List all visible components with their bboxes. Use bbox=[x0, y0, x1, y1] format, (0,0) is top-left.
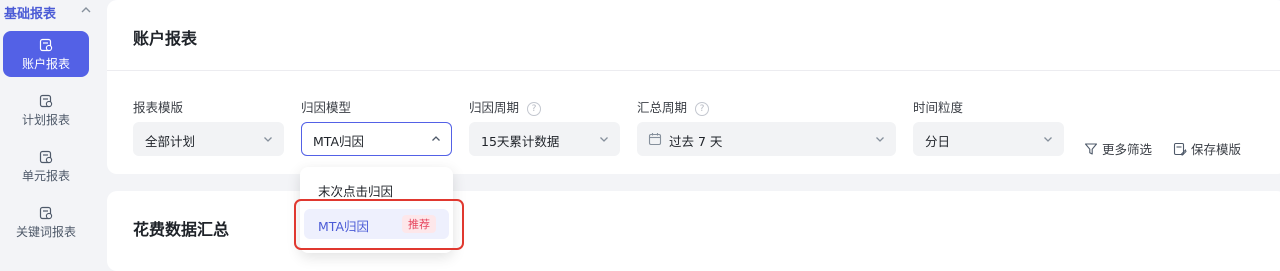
summary-period-label-wrap: 汇总周期? bbox=[637, 97, 710, 116]
page-title: 账户报表 bbox=[133, 29, 198, 48]
more-filters-label: 更多筛选 bbox=[1102, 142, 1153, 157]
template-label: 报表模版 bbox=[133, 100, 184, 115]
attribution-period-label-wrap: 归因周期? bbox=[469, 97, 542, 116]
summary-period-select[interactable]: 过去 7 天 bbox=[637, 122, 896, 156]
report-icon bbox=[39, 38, 53, 52]
chevron-up-icon bbox=[432, 136, 440, 141]
summary-period-label: 汇总周期 bbox=[637, 100, 688, 115]
sidebar-item-plan-report[interactable]: 计划报表 bbox=[3, 87, 89, 133]
chevron-down-icon bbox=[1044, 137, 1052, 142]
section-title: 花费数据汇总 bbox=[133, 220, 230, 239]
sidebar-section-basic-reports[interactable]: 基础报表 bbox=[0, 0, 96, 24]
chevron-up-icon[interactable] bbox=[78, 2, 94, 18]
granularity-select[interactable]: 分日 bbox=[913, 122, 1064, 156]
report-icon bbox=[39, 150, 53, 164]
attribution-period-select[interactable]: 15天累计数据 bbox=[469, 122, 620, 156]
template-select[interactable]: 全部计划 bbox=[133, 122, 284, 156]
attribution-model-label: 归因模型 bbox=[301, 100, 352, 115]
granularity-label: 时间粒度 bbox=[913, 100, 964, 115]
more-filters-button[interactable]: 更多筛选 bbox=[1084, 139, 1152, 158]
help-icon[interactable]: ? bbox=[527, 102, 542, 116]
sidebar-item-label: 关键词报表 bbox=[15, 225, 76, 239]
sidebar-item-label: 账户报表 bbox=[21, 57, 70, 71]
calendar-icon bbox=[648, 133, 662, 146]
sidebar: 基础报表 账户报表 计划报表 单元报表 关键词报表 bbox=[0, 0, 96, 261]
sidebar-section-title: 基础报表 bbox=[4, 7, 57, 22]
highlight-box bbox=[294, 199, 464, 250]
sidebar-item-label: 单元报表 bbox=[21, 169, 70, 183]
sidebar-item-account-report[interactable]: 账户报表 bbox=[3, 31, 89, 77]
attribution-period-label: 归因周期 bbox=[469, 100, 520, 115]
save-template-label: 保存模版 bbox=[1191, 142, 1242, 157]
granularity-value: 分日 bbox=[925, 134, 951, 149]
attribution-model-select[interactable]: MTA归因 bbox=[301, 122, 452, 156]
sidebar-item-label: 计划报表 bbox=[21, 113, 70, 127]
template-value: 全部计划 bbox=[145, 134, 196, 149]
chevron-down-icon bbox=[264, 137, 272, 142]
chevron-down-icon bbox=[600, 137, 608, 142]
save-template-button[interactable]: 保存模版 bbox=[1173, 139, 1241, 158]
summary-period-value: 过去 7 天 bbox=[669, 134, 723, 149]
chevron-down-icon bbox=[876, 137, 884, 142]
spend-summary-card: 花费数据汇总 bbox=[107, 191, 1280, 271]
report-icon bbox=[39, 206, 53, 220]
attribution-model-value: MTA归因 bbox=[313, 134, 365, 149]
attribution-period-value: 15天累计数据 bbox=[481, 134, 560, 149]
sidebar-item-unit-report[interactable]: 单元报表 bbox=[3, 143, 89, 189]
filter-icon bbox=[1084, 143, 1098, 155]
save-template-icon bbox=[1173, 142, 1187, 156]
report-icon bbox=[39, 94, 53, 108]
sidebar-item-keyword-report[interactable]: 关键词报表 bbox=[3, 199, 89, 245]
divider bbox=[107, 70, 1280, 71]
option-label: 末次点击归因 bbox=[318, 184, 394, 199]
help-icon[interactable]: ? bbox=[695, 102, 710, 116]
